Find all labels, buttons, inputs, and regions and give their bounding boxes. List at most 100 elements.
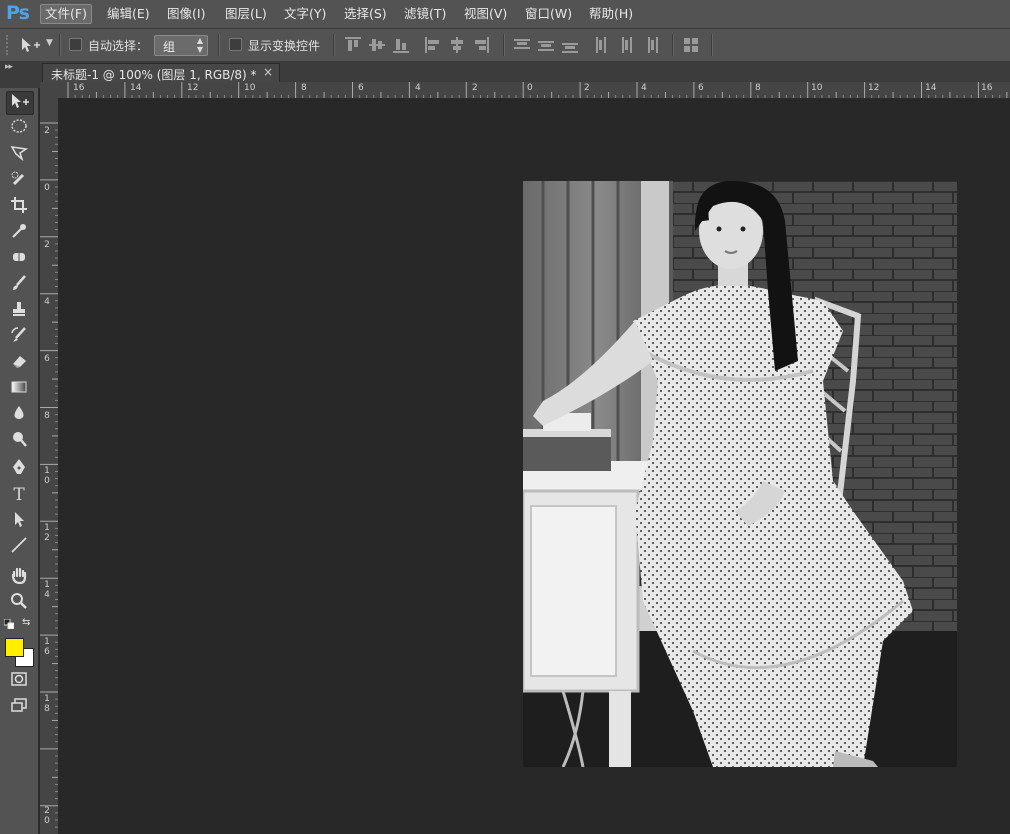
options-grip[interactable] <box>6 35 12 55</box>
ruler-label: 6 <box>358 83 364 93</box>
ruler-label: 4 <box>44 297 50 307</box>
eraser-tool[interactable] <box>6 352 32 374</box>
divider <box>711 34 713 56</box>
ruler-label: 12 <box>187 83 199 93</box>
ruler-label: 16 <box>73 83 85 93</box>
ruler-label: 6 <box>698 83 704 93</box>
ruler-label: 10 <box>811 83 823 93</box>
brush-tool[interactable] <box>6 274 32 296</box>
ruler-label: 8 <box>44 411 50 421</box>
distribute-top-icon[interactable] <box>514 37 530 53</box>
toolbar-header[interactable]: ▸▸ <box>0 62 40 88</box>
ruler-label: 12 <box>44 523 50 543</box>
ruler-label: 14 <box>130 83 142 93</box>
menu-window[interactable]: 窗口(W) <box>521 5 576 23</box>
menu-help[interactable]: 帮助(H) <box>585 5 637 23</box>
quick-selection-tool[interactable] <box>6 170 32 192</box>
align-left-icon[interactable] <box>425 37 441 53</box>
ruler-label: 2 <box>472 83 478 93</box>
move-tool[interactable] <box>6 91 34 115</box>
swap-colors-icon[interactable]: ⇆ <box>22 617 30 628</box>
align-vcenter-icon[interactable] <box>369 37 385 53</box>
ruler-label: 8 <box>301 83 307 93</box>
menu-image[interactable]: 图像(I) <box>163 5 209 23</box>
history-brush-tool[interactable] <box>6 326 32 348</box>
healing-brush-tool[interactable] <box>6 248 32 270</box>
move-tool-preset-icon[interactable] <box>20 36 40 54</box>
path-selection-tool[interactable] <box>6 510 32 532</box>
menu-filter[interactable]: 滤镜(T) <box>400 5 450 23</box>
menu-layer[interactable]: 图层(L) <box>221 5 271 23</box>
align-top-icon[interactable] <box>345 37 361 53</box>
type-tool[interactable]: T <box>6 484 32 506</box>
marquee-tool[interactable] <box>6 118 32 140</box>
blur-tool[interactable] <box>6 404 32 426</box>
distribute-hcenter-icon[interactable] <box>618 37 634 53</box>
menu-select[interactable]: 选择(S) <box>340 5 391 23</box>
ruler-label: 4 <box>641 83 647 93</box>
line-tool[interactable] <box>6 536 32 558</box>
ruler-label: 4 <box>415 83 421 93</box>
ruler-label: 18 <box>44 694 50 714</box>
ruler-label: 16 <box>44 637 50 657</box>
tools-panel: T ⇆ <box>0 88 39 834</box>
close-icon[interactable]: × <box>263 65 273 79</box>
divider <box>59 34 61 56</box>
screen-mode-icon[interactable] <box>6 697 32 719</box>
ruler-label: 6 <box>44 354 50 364</box>
horizontal-ruler[interactable]: 16 14 12 10 8 6 4 2 0 2 4 6 8 10 12 14 1… <box>58 82 1010 99</box>
show-transform-checkbox[interactable] <box>229 38 242 51</box>
ruler-label: 2 <box>584 83 590 93</box>
dodge-tool[interactable] <box>6 430 32 452</box>
clone-stamp-tool[interactable] <box>6 300 32 322</box>
ruler-label: 0 <box>527 83 533 93</box>
align-right-icon[interactable] <box>473 37 489 53</box>
ruler-label: 12 <box>868 83 880 93</box>
show-transform-label: 显示变换控件 <box>248 39 321 53</box>
divider <box>672 34 674 56</box>
crop-tool[interactable] <box>6 196 32 218</box>
ruler-label: 0 <box>44 183 50 193</box>
photoshop-logo: Ps <box>6 2 30 24</box>
document-tab-title: 未标题-1 @ 100% (图层 1, RGB/8) * <box>51 68 257 82</box>
divider <box>218 34 220 56</box>
chevron-down-icon[interactable]: ▼ <box>46 38 53 48</box>
ruler-label: 2 <box>44 240 50 250</box>
default-colors-icon[interactable] <box>3 618 15 630</box>
auto-select-checkbox[interactable] <box>69 38 82 51</box>
distribute-bottom-icon[interactable] <box>562 37 578 53</box>
ruler-label: 16 <box>981 83 993 93</box>
align-hcenter-icon[interactable] <box>449 37 465 53</box>
divider <box>503 34 505 56</box>
collapse-arrows-icon[interactable]: ▸▸ <box>5 62 13 72</box>
gradient-tool[interactable] <box>6 378 32 400</box>
menu-bar: Ps 文件(F) 编辑(E) 图像(I) 图层(L) 文字(Y) 选择(S) 滤… <box>0 0 1010 29</box>
menu-edit[interactable]: 编辑(E) <box>103 5 154 23</box>
distribute-left-icon[interactable] <box>594 37 610 53</box>
ruler-origin[interactable] <box>40 82 59 99</box>
foreground-color-swatch[interactable] <box>5 638 24 657</box>
auto-select-dropdown[interactable]: 组 ▲ ▼ <box>154 35 208 56</box>
auto-align-layers-icon[interactable] <box>683 37 699 53</box>
vertical-ruler[interactable]: 2 0 2 4 6 8 10 12 14 16 18 20 <box>40 98 59 834</box>
document-image[interactable] <box>523 181 957 767</box>
zoom-tool[interactable] <box>6 592 32 614</box>
quick-mask-icon[interactable] <box>6 671 32 693</box>
distribute-vcenter-icon[interactable] <box>538 37 554 53</box>
eyedropper-tool[interactable] <box>6 222 32 244</box>
menu-type[interactable]: 文字(Y) <box>280 5 330 23</box>
align-bottom-icon[interactable] <box>393 37 409 53</box>
ruler-label: 14 <box>44 580 50 600</box>
distribute-right-icon[interactable] <box>642 37 658 53</box>
ruler-label: 10 <box>244 83 256 93</box>
hand-tool[interactable] <box>6 566 32 588</box>
ruler-label: 20 <box>44 806 50 826</box>
auto-select-value: 组 <box>163 40 176 54</box>
menu-file[interactable]: 文件(F) <box>40 4 92 24</box>
document-tab[interactable]: 未标题-1 @ 100% (图层 1, RGB/8) * × <box>42 63 280 83</box>
options-bar: ▼ 自动选择： 组 ▲ ▼ 显示变换控件 <box>0 29 1010 62</box>
lasso-tool[interactable] <box>6 144 32 166</box>
ruler-label: 2 <box>44 126 50 136</box>
pen-tool[interactable] <box>6 458 32 480</box>
menu-view[interactable]: 视图(V) <box>460 5 511 23</box>
